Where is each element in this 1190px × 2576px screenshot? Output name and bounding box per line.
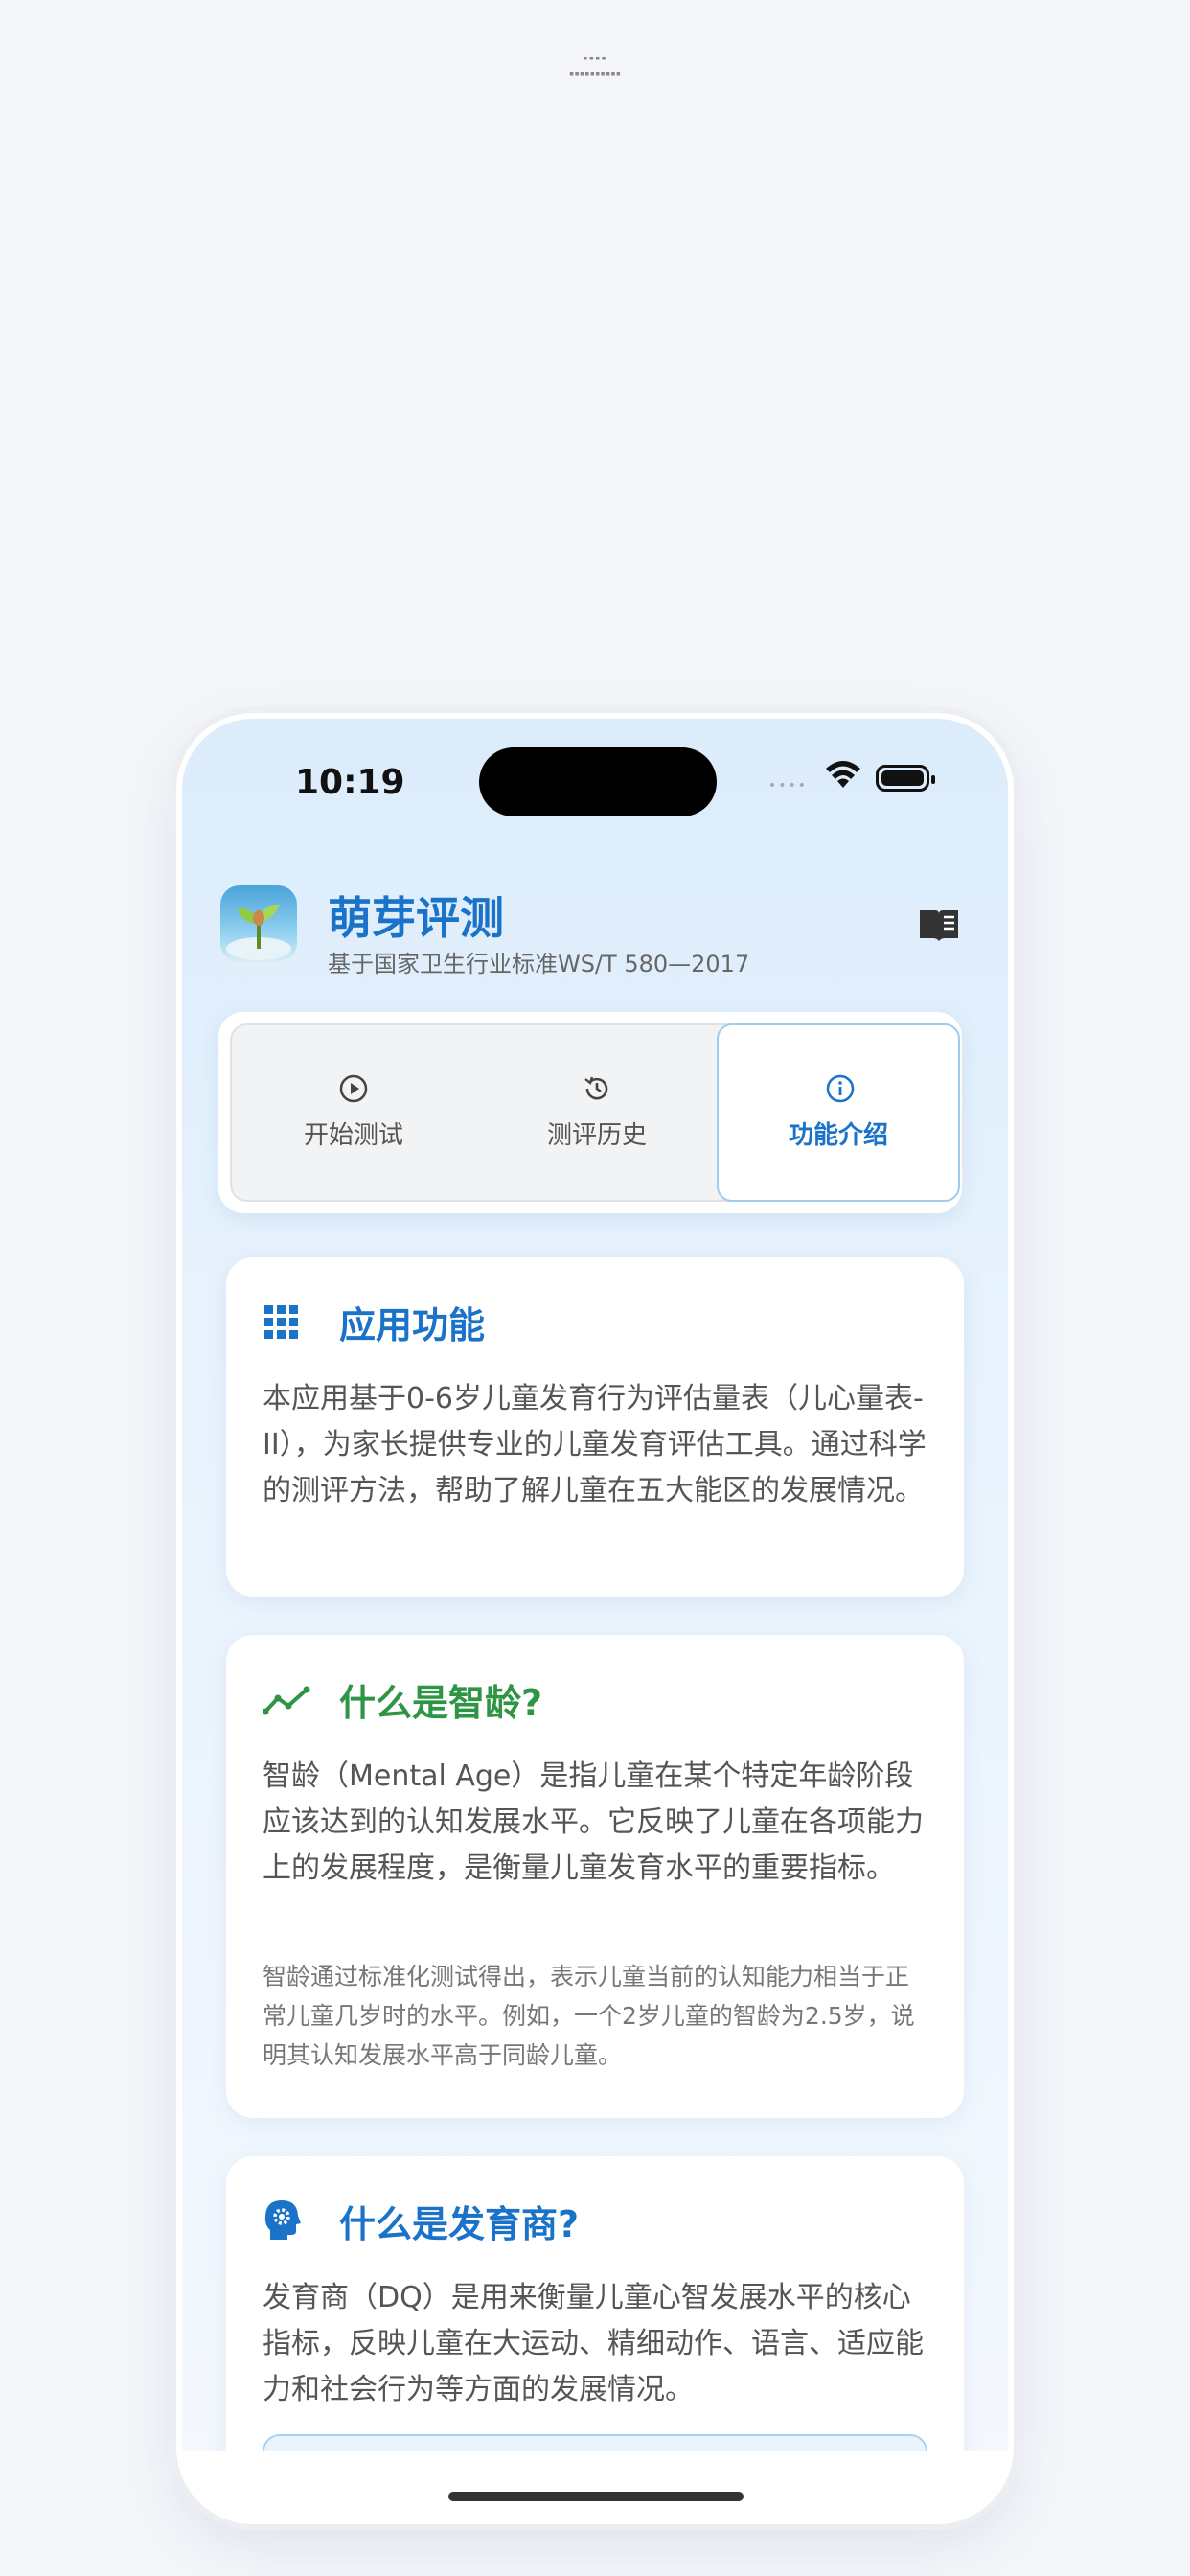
bottom-safe-area [182,2451,1008,2518]
phone-frame: 10:19 •••• 萌芽评测 基于国家卫生行业标准WS/T 580—2017 … [176,713,1014,2524]
signal-dots: •••• [768,778,809,794]
book-icon[interactable] [916,907,962,945]
wifi-icon [826,761,860,788]
segmented-tabs: 开始测试 测评历史 功能介绍 [230,1024,960,1202]
tab-bar-container: 开始测试 测评历史 功能介绍 [218,1012,962,1213]
card-mental-age-body: 智龄（Mental Age）是指儿童在某个特定年龄阶段应该达到的认知发展水平。它… [263,1760,924,1885]
dynamic-island [479,748,717,816]
tab-start-test[interactable]: 开始测试 [232,1025,475,1200]
top-indicator-line1: ▪▪▪▪ [583,54,607,63]
card-mental-age-title: 什么是智龄? [339,1682,543,1724]
tab-features[interactable]: 功能介绍 [717,1024,960,1202]
play-circle-icon [339,1074,368,1103]
top-indicator-line2: ▪▪▪▪▪▪▪▪▪▪ [568,69,622,79]
top-indicator: ▪▪▪▪ ▪▪▪▪▪▪▪▪▪▪ [0,54,1190,79]
history-icon [584,1076,608,1100]
tab-features-label: 功能介绍 [788,1121,888,1150]
brain-gear-icon [264,2200,301,2240]
tab-start-test-label: 开始测试 [303,1121,403,1150]
card-dq-title: 什么是发育商? [339,2203,580,2245]
card-mental-age-note: 智龄通过标准化测试得出，表示儿童当前的认知能力相当于正常儿童几岁时的水平。例如，… [263,1963,915,2069]
battery-icon [876,765,935,792]
app-header: 萌芽评测 基于国家卫生行业标准WS/T 580—2017 [220,886,970,981]
app-subtitle: 基于国家卫生行业标准WS/T 580—2017 [328,951,750,978]
status-bar: 10:19 •••• [182,719,1008,853]
card-mental-age: 什么是智龄? 智龄（Mental Age）是指儿童在某个特定年龄阶段应该达到的认… [226,1635,964,2118]
sprout-app-icon [220,886,297,962]
card-features-title: 应用功能 [339,1304,486,1346]
app-title: 萌芽评测 [328,892,504,944]
card-app-features: 应用功能 本应用基于0-6岁儿童发育行为评估量表（儿心量表-II），为家长提供专… [226,1257,964,1597]
home-indicator[interactable] [448,2492,744,2501]
tab-history[interactable]: 测评历史 [475,1025,719,1200]
card-features-body: 本应用基于0-6岁儿童发育行为评估量表（儿心量表-II），为家长提供专业的儿童发… [263,1382,927,1507]
tab-history-label: 测评历史 [546,1121,647,1150]
info-icon [826,1074,855,1103]
trend-icon [263,1686,310,1715]
grid-icon [264,1305,298,1339]
status-time: 10:19 [295,763,405,802]
app-screen: 10:19 •••• 萌芽评测 基于国家卫生行业标准WS/T 580—2017 … [182,719,1008,2518]
card-dq-body: 发育商（DQ）是用来衡量儿童心智发展水平的核心指标，反映儿童在大运动、精细动作、… [263,2281,924,2406]
